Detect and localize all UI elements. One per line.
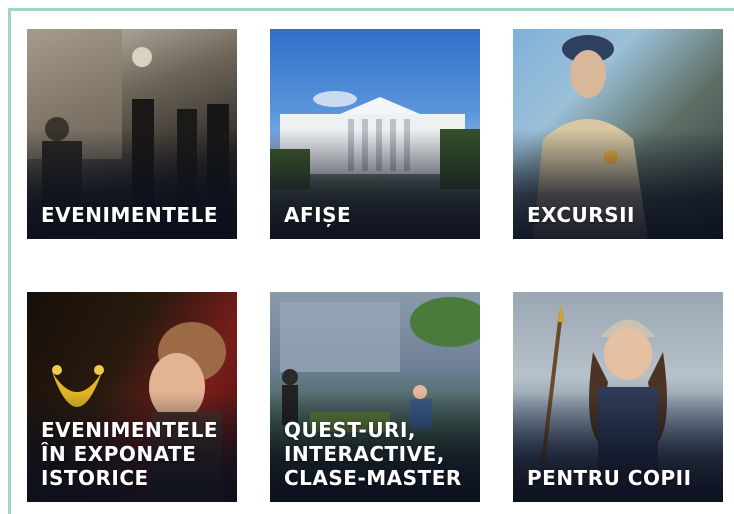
frame-border-top xyxy=(8,8,734,11)
tile-label: QUEST-URI, INTERACTIVE, CLASE-MASTER xyxy=(284,418,462,490)
tile-excursii[interactable]: EXCURSII xyxy=(513,29,723,239)
tile-quest-uri[interactable]: QUEST-URI, INTERACTIVE, CLASE-MASTER xyxy=(270,292,480,502)
tile-label: EVENIMENTELE xyxy=(41,203,218,227)
tile-pentru-copii[interactable]: PENTRU COPII xyxy=(513,292,723,502)
tile-evenimentele-exponate[interactable]: EVENIMENTELE ÎN EXPONATE ISTORICE xyxy=(27,292,237,502)
tile-label: EXCURSII xyxy=(527,203,635,227)
tile-label: PENTRU COPII xyxy=(527,466,692,490)
tile-label: AFIȘE xyxy=(284,203,352,227)
frame-border-left xyxy=(8,8,11,514)
tile-evenimentele[interactable]: EVENIMENTELE xyxy=(27,29,237,239)
tile-afise[interactable]: AFIȘE xyxy=(270,29,480,239)
tile-label: EVENIMENTELE ÎN EXPONATE ISTORICE xyxy=(41,418,218,490)
page-frame: EVENIMENTELE AFIȘE EXCURSII EVENIMENTELE… xyxy=(0,0,734,514)
